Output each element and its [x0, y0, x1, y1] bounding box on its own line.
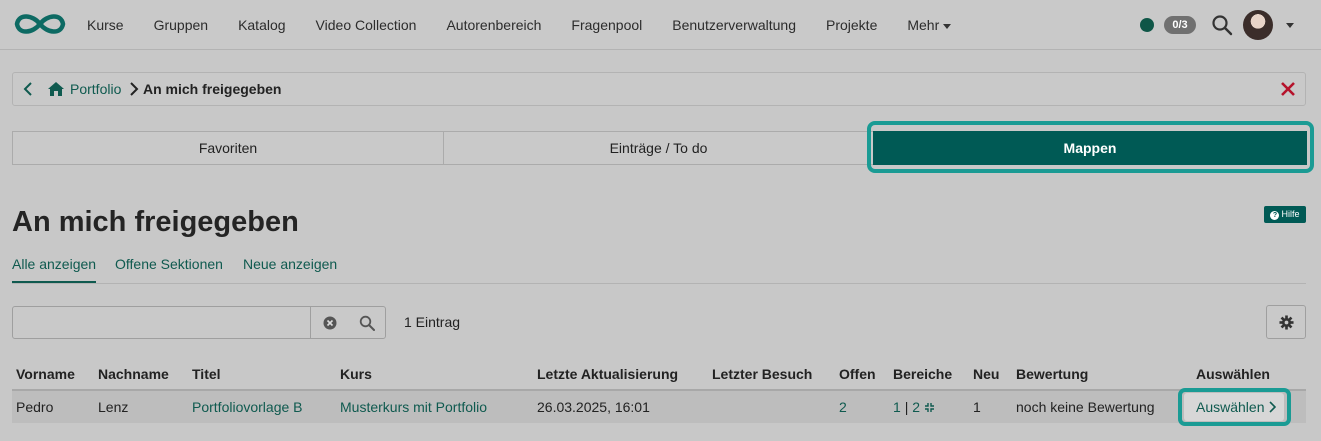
gear-icon	[1279, 315, 1294, 330]
clear-icon[interactable]	[323, 316, 337, 330]
bereiche-separator: |	[904, 399, 909, 415]
home-icon[interactable]	[47, 81, 65, 97]
column-header-letzte-aktualisierung[interactable]: Letzte Aktualisierung	[537, 362, 678, 386]
search-icon[interactable]	[359, 315, 375, 331]
result-count: 1 Eintrag	[404, 314, 461, 330]
column-header-letzter-besuch[interactable]: Letzter Besuch	[712, 362, 812, 386]
avatar[interactable]	[1243, 10, 1273, 40]
cell-bewertung: noch keine Bewertung	[1016, 399, 1155, 415]
help-button[interactable]: ? Hilfe	[1264, 206, 1306, 223]
openolat-logo-icon[interactable]	[13, 11, 67, 37]
column-header-auswaehlen: Auswählen	[1196, 366, 1270, 382]
help-label: Hilfe	[1281, 209, 1300, 219]
cell-titel-link[interactable]: Portfoliovorlage B	[192, 396, 303, 418]
search-icon[interactable]	[1211, 14, 1233, 36]
compress-icon[interactable]	[924, 402, 935, 413]
nav-item-fragenpool[interactable]: Fragenpool	[556, 0, 657, 50]
nav-item-projekte[interactable]: Projekte	[811, 0, 892, 50]
search-input[interactable]	[13, 307, 311, 338]
cell-kurs-link[interactable]: Musterkurs mit Portfolio	[340, 396, 487, 418]
nav-item-autorenbereich[interactable]: Autorenbereich	[431, 0, 556, 50]
nav-item-gruppen[interactable]: Gruppen	[139, 0, 223, 50]
status-dot-icon	[1140, 18, 1154, 32]
tab-eintraege-todo[interactable]: Einträge / To do	[443, 131, 874, 165]
column-header-bereiche[interactable]: Bereiche	[893, 362, 952, 386]
column-header-bewertung[interactable]: Bewertung	[1016, 362, 1088, 386]
nav-item-kurse[interactable]: Kurse	[72, 0, 139, 50]
select-button-highlight	[1178, 388, 1291, 426]
cell-vorname: Pedro	[16, 399, 54, 415]
filter-tab-offene-sektionen[interactable]: Offene Sektionen	[115, 252, 223, 284]
cell-neu: 1	[973, 399, 981, 415]
table-settings-button[interactable]	[1266, 305, 1306, 339]
cell-letzte-aktualisierung: 26.03.2025, 16:01	[537, 399, 650, 415]
cell-bereiche: 1 | 2	[893, 396, 935, 418]
tab-favoriten[interactable]: Favoriten	[12, 131, 444, 165]
column-header-kurs[interactable]: Kurs	[340, 362, 372, 386]
nav-item-katalog[interactable]: Katalog	[223, 0, 300, 50]
chevron-left-icon[interactable]	[21, 81, 35, 97]
filter-divider	[12, 283, 1306, 284]
column-header-neu[interactable]: Neu	[973, 362, 999, 386]
bereiche-link-2[interactable]: 2	[912, 399, 920, 415]
bereiche-link-1[interactable]: 1	[893, 399, 901, 415]
notification-badge[interactable]: 0/3	[1164, 16, 1196, 34]
help-icon: ?	[1270, 211, 1280, 220]
column-header-offen[interactable]: Offen	[839, 362, 876, 386]
main-nav: Kurse Gruppen Katalog Video Collection A…	[72, 0, 966, 50]
filter-tab-alle[interactable]: Alle anzeigen	[12, 252, 97, 284]
breadcrumb-current: An mich freigegeben	[143, 81, 282, 97]
breadcrumb: Portfolio An mich freigegeben	[12, 72, 1306, 106]
nav-item-video-collection[interactable]: Video Collection	[301, 0, 432, 50]
breadcrumb-portfolio-link[interactable]: Portfolio	[70, 73, 121, 105]
close-icon[interactable]	[1279, 80, 1297, 98]
chevron-right-icon	[130, 82, 139, 96]
filter-tab-neue[interactable]: Neue anzeigen	[243, 252, 337, 284]
nav-more-label: Mehr	[907, 17, 940, 33]
chevron-down-icon	[943, 23, 952, 29]
tab-mappen-highlight	[867, 121, 1314, 173]
search-box	[12, 306, 386, 339]
chevron-down-icon[interactable]	[1286, 23, 1294, 28]
cell-nachname: Lenz	[98, 399, 129, 415]
page-title: An mich freigegeben	[12, 206, 299, 238]
column-header-nachname[interactable]: Nachname	[98, 362, 169, 386]
nav-item-benutzerverwaltung[interactable]: Benutzerverwaltung	[657, 0, 811, 50]
top-navbar: Kurse Gruppen Katalog Video Collection A…	[0, 0, 1321, 50]
nav-item-mehr[interactable]: Mehr	[892, 0, 966, 50]
cell-offen-link[interactable]: 2	[839, 396, 847, 418]
column-header-titel[interactable]: Titel	[192, 362, 221, 386]
column-header-vorname[interactable]: Vorname	[16, 362, 75, 386]
